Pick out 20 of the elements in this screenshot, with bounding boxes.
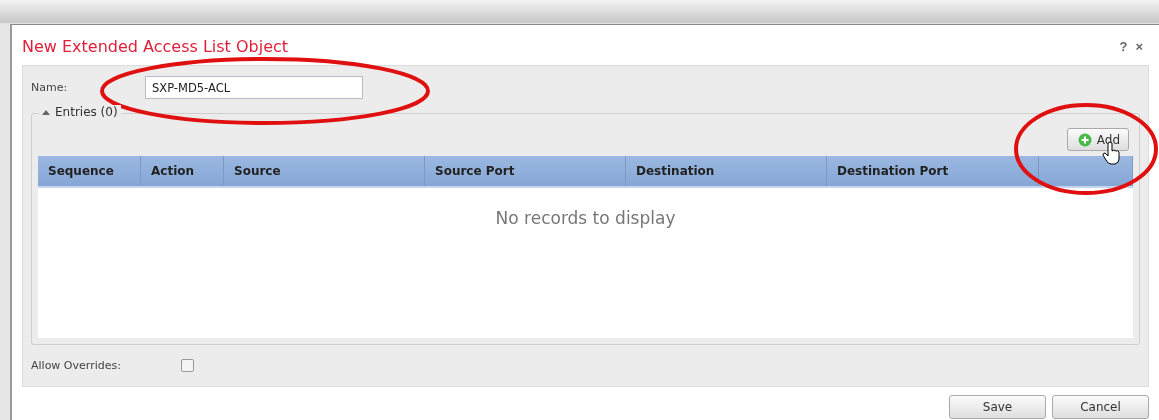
column-header[interactable]: Source Port <box>425 156 626 186</box>
empty-message: No records to display <box>495 208 676 228</box>
dialog-title: New Extended Access List Object <box>22 36 290 56</box>
allow-overrides-checkbox[interactable] <box>181 359 194 372</box>
close-button[interactable]: × <box>1131 38 1147 54</box>
save-button[interactable]: Save <box>949 395 1046 419</box>
help-button[interactable]: ? <box>1115 38 1132 54</box>
column-header[interactable]: Sequence <box>38 156 141 186</box>
column-header[interactable]: Source <box>224 156 425 186</box>
allow-overrides-label: Allow Overrides: <box>31 359 122 372</box>
entries-legend: Entries (0) <box>55 105 118 119</box>
column-header[interactable]: Destination <box>626 156 827 186</box>
cancel-button[interactable]: Cancel <box>1052 395 1149 419</box>
column-header[interactable]: Action <box>141 156 224 186</box>
add-button[interactable]: Add <box>1066 128 1129 151</box>
collapse-icon[interactable] <box>42 109 50 115</box>
column-header[interactable]: Destination Port <box>827 156 1039 186</box>
name-label: Name: <box>31 81 69 94</box>
plus-icon <box>1077 132 1092 147</box>
name-input[interactable]: SXP-MD5-ACL <box>145 76 363 99</box>
